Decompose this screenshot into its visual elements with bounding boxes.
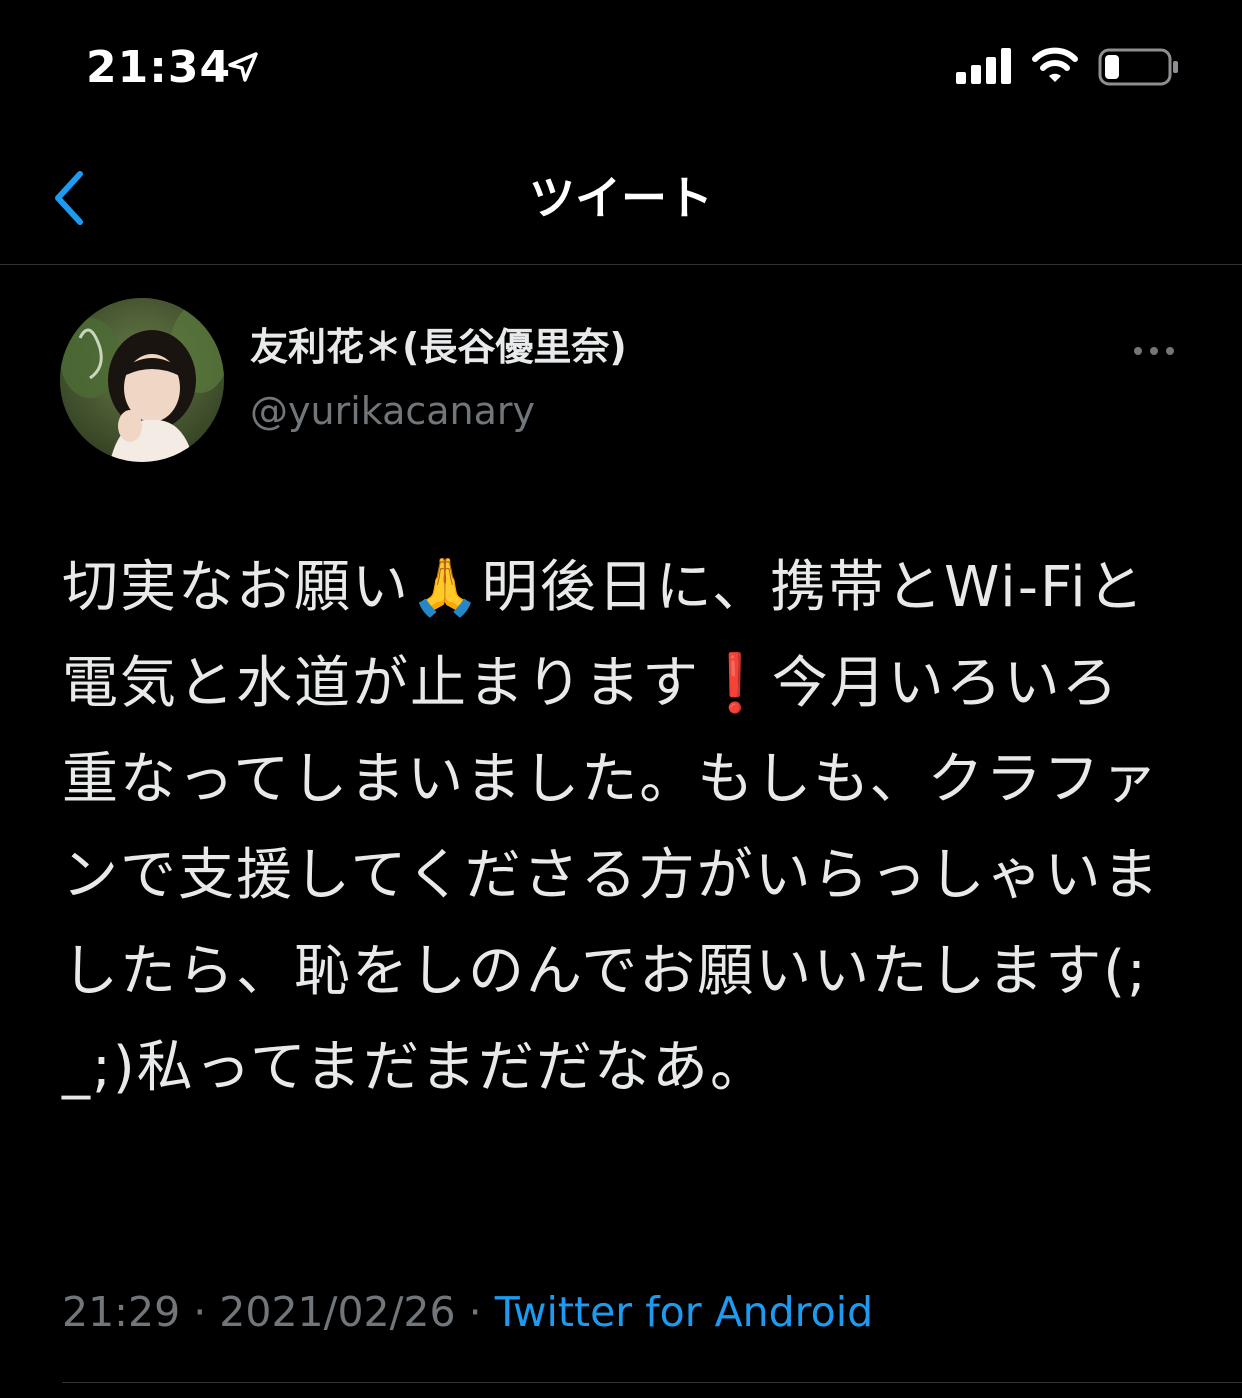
tweet-source-link[interactable]: Twitter for Android [495, 1288, 873, 1336]
author-handle[interactable]: @yurikacanary [250, 386, 535, 436]
tweet-date: 2021/02/26 [219, 1288, 456, 1336]
more-options-button[interactable] [1126, 336, 1182, 366]
signal-icon [956, 48, 1014, 84]
location-arrow-icon [226, 50, 260, 84]
meta-separator: · [468, 1288, 482, 1336]
tweet-time: 21:29 [62, 1288, 181, 1336]
page-title: ツイート [529, 171, 713, 225]
status-time: 21:34 [86, 42, 232, 93]
battery-icon [1098, 48, 1180, 86]
navigation-bar: ツイート [0, 130, 1242, 265]
avatar[interactable] [60, 298, 224, 462]
tweet-header: 友利花＊(長谷優里奈) @yurikacanary [0, 264, 1242, 484]
tweet-text: 切実なお願い🙏明後日に、携帯とWi-Fiと電気と水道が止まります❗️今月いろいろ… [62, 555, 1161, 1100]
author-display-name[interactable]: 友利花＊(長谷優里奈) [250, 322, 627, 372]
tweet-meta: 21:29 · 2021/02/26 · Twitter for Android [62, 1284, 873, 1340]
status-bar: 21:34 [0, 0, 1242, 130]
divider [62, 1382, 1242, 1383]
more-horizontal-icon [1134, 347, 1174, 355]
avatar-image [60, 298, 224, 462]
meta-separator: · [193, 1288, 207, 1336]
wifi-icon [1032, 46, 1078, 84]
